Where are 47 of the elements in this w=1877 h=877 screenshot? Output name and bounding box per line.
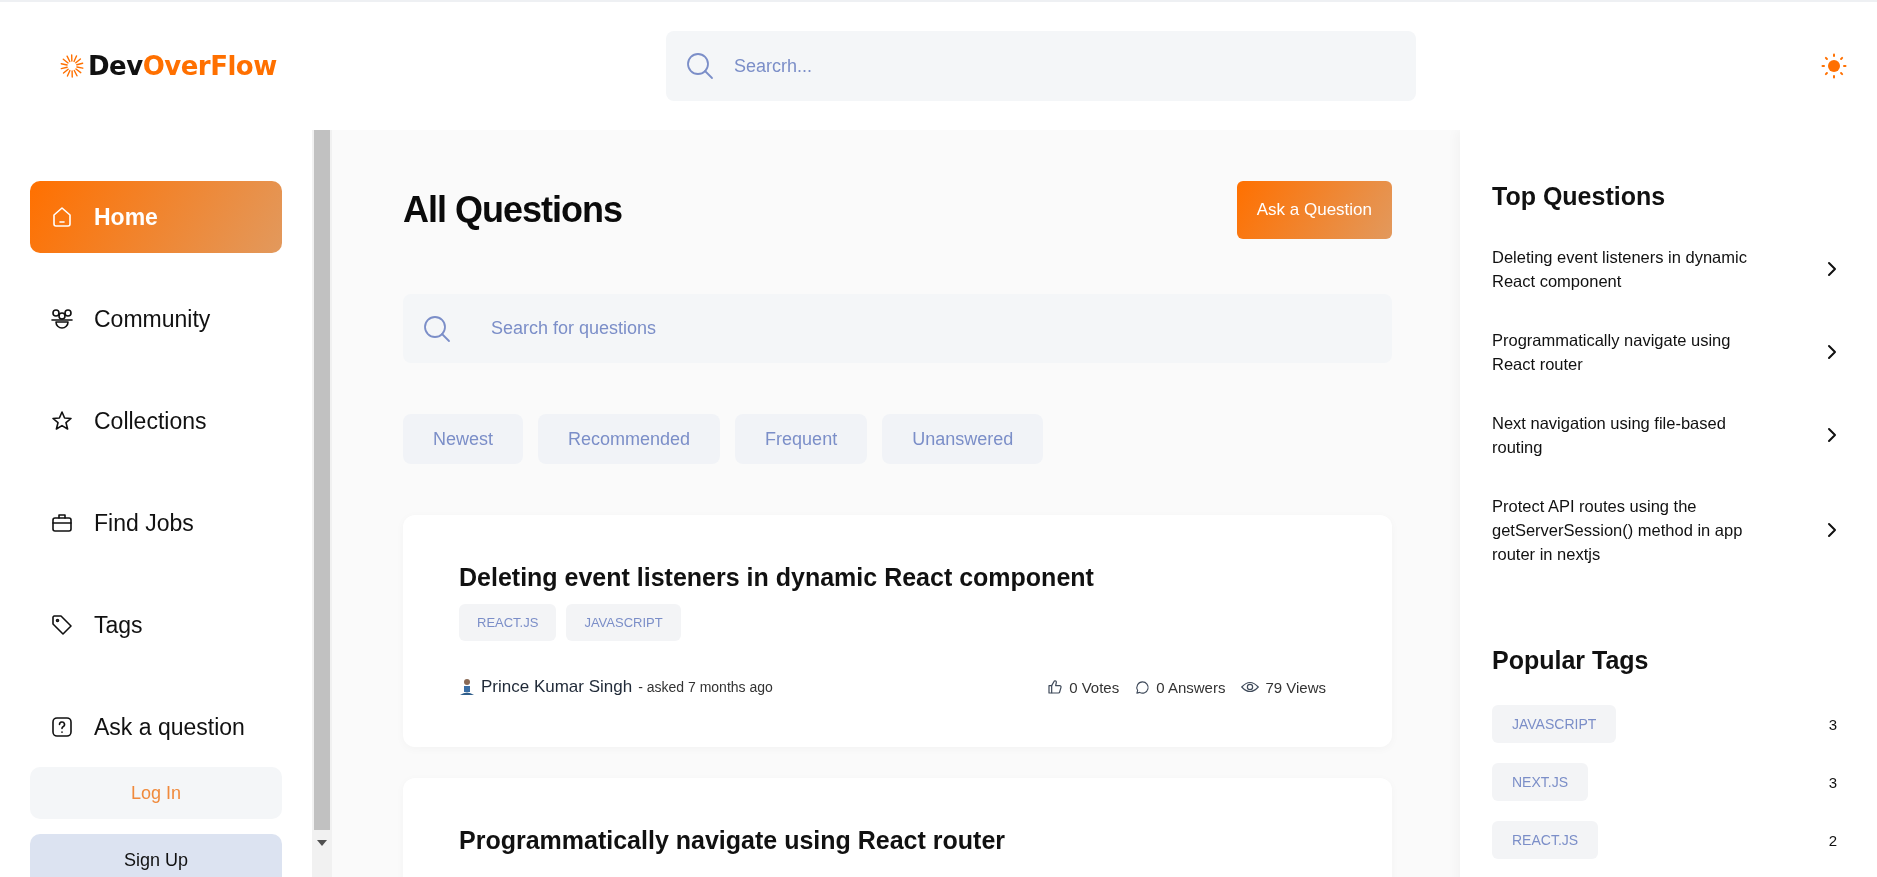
chevron-right-icon[interactable] — [1827, 427, 1837, 443]
asked-time: - asked 7 months ago — [638, 679, 773, 695]
question-title[interactable]: Programmatically navigate using React router — [459, 826, 1336, 855]
scrollbar[interactable] — [312, 130, 332, 877]
logo-text[interactable]: DevOverFlow — [88, 51, 277, 81]
search-icon — [686, 52, 714, 80]
thumbs-up-icon — [1047, 679, 1064, 695]
scrollbar-thumb[interactable] — [314, 130, 330, 830]
nav-item[interactable]: Collections — [30, 385, 282, 457]
section-heading: Top Questions — [1492, 182, 1667, 211]
nav-item[interactable]: Find Jobs — [30, 487, 282, 559]
scroll-down-arrow-icon[interactable] — [317, 840, 327, 846]
tag-count: 2 — [1828, 831, 1837, 849]
author-name[interactable]: Prince Kumar Singh — [481, 677, 633, 697]
global-search-field[interactable]: Searcrh... — [666, 31, 1416, 101]
eye-icon — [1241, 680, 1260, 694]
nav-item[interactable]: Ask a question — [30, 691, 282, 763]
star-icon — [50, 409, 74, 433]
tag-count: 3 — [1828, 773, 1837, 791]
page-title: All Questions — [403, 189, 623, 231]
sun-icon[interactable] — [1821, 53, 1847, 79]
tag-icon — [50, 613, 74, 637]
nav-item[interactable]: Community — [30, 283, 282, 355]
answers-count: 0 Answers — [1156, 678, 1226, 696]
nav-item[interactable]: Tags — [30, 589, 282, 661]
top-question-link[interactable]: Protect API routes using the getServerSession() method in app router in nextjs — [1492, 494, 1762, 566]
chevron-right-icon[interactable] — [1827, 261, 1837, 277]
section-heading: Popular Tags — [1492, 646, 1650, 675]
briefcase-icon — [50, 511, 74, 535]
sunburst-logo-icon — [60, 53, 84, 79]
top-question-link[interactable]: Next navigation using file-based routing — [1492, 411, 1762, 459]
question-icon — [50, 715, 74, 739]
views-count: 79 Views — [1265, 678, 1326, 696]
chevron-right-icon[interactable] — [1827, 344, 1837, 360]
sign-up-button[interactable]: Sign Up — [30, 834, 282, 877]
chat-bubble-icon — [1135, 679, 1151, 695]
chevron-right-icon[interactable] — [1827, 522, 1837, 538]
top-question-link[interactable]: Deleting event listeners in dynamic React component — [1492, 245, 1762, 293]
user-avatar-icon — [459, 678, 475, 696]
home-icon — [50, 205, 74, 229]
votes-count: 0 Votes — [1069, 678, 1120, 696]
search-icon — [423, 314, 451, 343]
tag-count: 3 — [1828, 715, 1837, 733]
people-icon — [50, 307, 74, 331]
top-question-link[interactable]: Programmatically navigate using React router — [1492, 328, 1762, 376]
question-search-field[interactable]: Search for questions — [403, 294, 1392, 363]
question-title[interactable]: Deleting event listeners in dynamic React component — [459, 563, 1336, 592]
